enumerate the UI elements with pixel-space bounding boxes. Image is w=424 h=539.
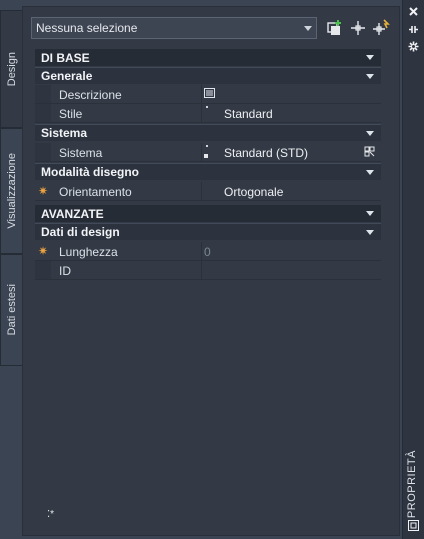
select-objects-icon[interactable] — [348, 18, 368, 38]
row-id-value[interactable] — [201, 261, 381, 279]
selection-dropdown[interactable]: Nessuna selezione — [31, 17, 317, 39]
section-di-base-title: DI BASE — [41, 50, 90, 65]
selection-dropdown-value: Nessuna selezione — [36, 21, 138, 35]
tab-visualizzazione[interactable]: Visualizzazione — [0, 128, 22, 254]
autohide-icon[interactable] — [408, 24, 419, 35]
palette-title: PROPRIETÀ — [406, 450, 418, 519]
gear-icon[interactable] — [408, 41, 419, 52]
section-sistema[interactable]: Sistema — [35, 124, 381, 141]
pickadd-icon[interactable] — [371, 18, 391, 38]
tab-design-label: Design — [5, 51, 18, 87]
row-lunghezza-value[interactable]: 0 — [201, 242, 381, 260]
style-swatch-icon — [206, 106, 208, 108]
section-modalita-title: Modalità disegno — [41, 165, 140, 179]
quick-select-icon[interactable] — [325, 18, 345, 38]
row-sistema-label: Sistema — [59, 146, 103, 160]
section-generale-title: Generale — [41, 69, 93, 83]
row-descrizione-value[interactable] — [201, 85, 381, 103]
palette-menu-icon[interactable] — [408, 520, 419, 531]
row-stile[interactable]: Stile Standard — [35, 104, 381, 123]
tab-visualizzazione-label: Visualizzazione — [5, 153, 18, 229]
row-orientamento[interactable]: ✷ Orientamento Ortogonale — [35, 182, 381, 201]
row-orientamento-value[interactable]: Ortogonale — [201, 182, 381, 200]
section-sistema-title: Sistema — [41, 126, 88, 140]
section-di-base[interactable]: DI BASE — [35, 49, 381, 66]
row-descrizione[interactable]: Descrizione — [35, 85, 381, 104]
row-id-label: ID — [59, 264, 71, 278]
chevron-down-icon — [366, 170, 374, 175]
palette-title-bar: PROPRIETÀ — [402, 0, 424, 539]
section-avanzate-title: AVANZATE — [41, 206, 104, 221]
star-icon: ✷ — [38, 184, 49, 198]
chevron-down-icon — [366, 74, 374, 79]
properties-panel: Nessuna selezione DI BASE Generale Descr… — [22, 6, 400, 536]
row-sistema-value[interactable]: Standard (STD) — [201, 143, 381, 161]
row-lunghezza-label: Lunghezza — [59, 245, 118, 259]
section-generale[interactable]: Generale — [35, 67, 381, 84]
system-marker-icon — [204, 154, 208, 158]
row-stile-value[interactable]: Standard — [201, 104, 381, 122]
row-id[interactable]: ID — [35, 261, 381, 280]
section-dati-design-title: Dati di design — [41, 225, 120, 239]
system-swatch-icon — [206, 145, 208, 147]
tab-design[interactable]: Design — [0, 10, 22, 128]
close-icon[interactable] — [408, 6, 419, 17]
row-stile-label: Stile — [59, 107, 83, 121]
chevron-down-icon — [304, 26, 312, 31]
chevron-down-icon — [366, 131, 374, 136]
chevron-down-icon — [366, 230, 374, 235]
tab-dati-estesi[interactable]: Dati estesi — [0, 254, 22, 366]
browse-style-icon[interactable] — [364, 146, 375, 157]
section-dati-di-design[interactable]: Dati di design — [35, 223, 381, 240]
row-sistema[interactable]: Sistema Standard (STD) — [35, 143, 381, 162]
description-editor-icon[interactable] — [204, 88, 215, 98]
section-avanzate[interactable]: AVANZATE — [35, 205, 381, 222]
chevron-down-icon — [366, 211, 374, 216]
sparkle-icon: ⁚* — [47, 509, 55, 520]
section-modalita-disegno[interactable]: Modalità disegno — [35, 163, 381, 180]
star-icon: ✷ — [38, 244, 49, 258]
tab-dati-estesi-label: Dati estesi — [5, 284, 18, 336]
row-orientamento-label: Orientamento — [59, 185, 132, 199]
row-lunghezza[interactable]: ✷ Lunghezza 0 — [35, 242, 381, 261]
chevron-down-icon — [366, 55, 374, 60]
row-descrizione-label: Descrizione — [59, 88, 122, 102]
properties-palette: Design Visualizzazione Dati estesi Nessu… — [0, 0, 424, 539]
